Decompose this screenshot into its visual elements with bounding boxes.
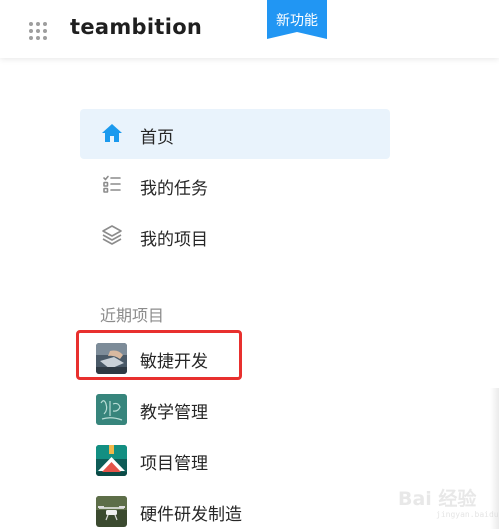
chalkboard-photo xyxy=(96,394,127,425)
nav-label-my-projects: 我的项目 xyxy=(140,230,208,250)
project-item-teaching-mgmt[interactable]: 教学管理 xyxy=(80,386,390,432)
nav-label-home: 首页 xyxy=(140,128,174,148)
laptop-typing-photo xyxy=(96,343,127,374)
home-icon xyxy=(101,122,123,144)
drone-photo xyxy=(96,496,127,527)
task-list-icon xyxy=(101,173,123,195)
project-item-hardware-rd[interactable]: 硬件研发制造 xyxy=(80,488,390,529)
project-item-agile-dev[interactable]: 敏捷开发 xyxy=(80,335,390,381)
project-label-project-mgmt: 项目管理 xyxy=(140,454,208,474)
app-logo-text[interactable]: teambition xyxy=(70,15,202,39)
watermark-sub: jingyan.baidu.com xyxy=(436,510,499,519)
grid-dots-icon[interactable] xyxy=(28,21,48,41)
nav-item-my-projects[interactable]: 我的项目 xyxy=(80,211,390,261)
house-roof-icon xyxy=(96,445,127,476)
layers-icon xyxy=(101,224,123,246)
teambition-home-page: teambition 新功能 首页 我的任务 我的项目 近期项目 敏捷开发 教学… xyxy=(0,0,499,529)
new-feature-label: 新功能 xyxy=(276,13,318,29)
project-label-agile-dev: 敏捷开发 xyxy=(140,352,208,372)
nav-label-my-tasks: 我的任务 xyxy=(140,179,208,199)
baidu-jingyan-watermark: Bai 经验 jingyan.baidu.com xyxy=(398,480,499,526)
project-item-project-mgmt[interactable]: 项目管理 xyxy=(80,437,390,483)
watermark-text: Bai 经验 xyxy=(398,488,477,510)
new-feature-badge[interactable]: 新功能 xyxy=(267,0,327,39)
nav-item-home[interactable]: 首页 xyxy=(80,109,390,159)
project-label-hardware-rd: 硬件研发制造 xyxy=(140,505,242,525)
top-header: teambition 新功能 xyxy=(0,0,499,58)
recent-projects-title: 近期项目 xyxy=(100,306,165,325)
nav-item-my-tasks[interactable]: 我的任务 xyxy=(80,160,390,210)
project-label-teaching-mgmt: 教学管理 xyxy=(140,403,208,423)
